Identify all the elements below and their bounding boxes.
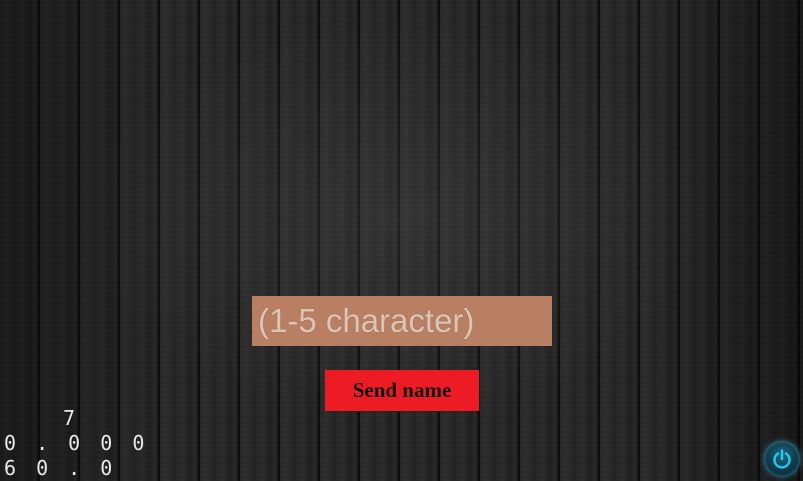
name-input[interactable] — [252, 296, 552, 346]
game-screen: Send name 7 0 . 0 0 0 6 0 . 0 — [0, 0, 803, 481]
stat-line-3: 6 0 . 0 — [4, 456, 117, 480]
send-name-button[interactable]: Send name — [325, 370, 479, 411]
power-button[interactable] — [764, 441, 800, 477]
stat-line-2: 0 . 0 0 0 — [4, 431, 149, 455]
debug-stats: 7 0 . 0 0 0 6 0 . 0 — [4, 406, 149, 481]
stat-line-1: 7 — [62, 406, 79, 430]
power-icon — [771, 448, 793, 470]
